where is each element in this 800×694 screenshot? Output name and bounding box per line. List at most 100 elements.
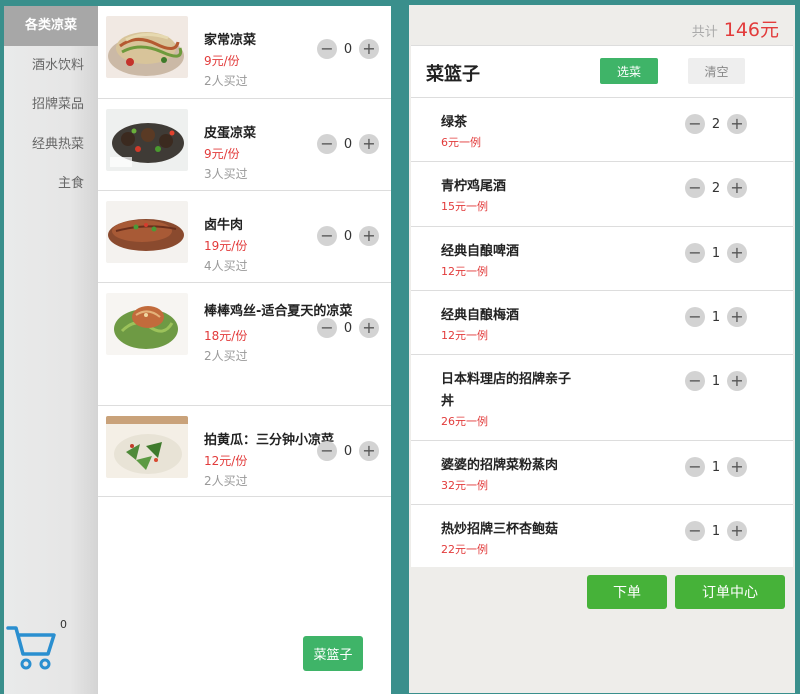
quantity-value: 1 (711, 373, 721, 389)
plus-button[interactable]: + (727, 243, 747, 263)
quantity-stepper: − 1 + (685, 243, 747, 263)
category-item-staple[interactable]: 主食 (4, 164, 98, 204)
quantity-stepper: − 1 + (685, 521, 747, 541)
quantity-stepper: − 0 + (317, 226, 379, 246)
plus-button[interactable]: + (359, 441, 379, 461)
smashed-cucumber-image (106, 416, 188, 478)
quantity-value: 1 (711, 459, 721, 475)
plus-button[interactable]: + (727, 521, 747, 541)
plus-button[interactable]: + (727, 178, 747, 198)
dish-buyers: 2人买过 (204, 74, 248, 88)
preserved-egg-salad-image (106, 109, 188, 171)
basket-item-price: 32元一例 (441, 479, 488, 492)
minus-button[interactable]: − (685, 178, 705, 198)
dish-item: − 0 + 卤牛肉 19元/份 4人买过 (98, 191, 391, 283)
plus-button[interactable]: + (727, 114, 747, 134)
basket-item: 热炒招牌三杯杏鲍菇 22元一例 − 1 + (411, 505, 793, 569)
category-item-cold-dishes[interactable]: 各类凉菜 (4, 6, 98, 46)
minus-button[interactable]: − (317, 441, 337, 461)
quantity-value: 2 (711, 116, 721, 132)
basket-item-name: 婆婆的招牌菜粉蒸肉 (441, 458, 559, 473)
basket-item-price: 26元一例 (441, 415, 488, 428)
quantity-stepper: − 0 + (317, 39, 379, 59)
minus-button[interactable]: − (317, 318, 337, 338)
basket-item-price: 12元一例 (441, 329, 488, 342)
basket-item: 绿茶 6元一例 − 2 + (411, 98, 793, 162)
cart-area[interactable]: 0 (6, 618, 76, 678)
basket-card: 菜篮子 选菜 清空 绿茶 6元一例 − 2 + 青柠鸡尾酒 15元一例 − 2 … (411, 45, 793, 567)
quantity-stepper: − 1 + (685, 371, 747, 391)
clear-basket-button[interactable]: 清空 (688, 58, 745, 84)
minus-button[interactable]: − (317, 39, 337, 59)
plus-button[interactable]: + (359, 39, 379, 59)
cart-count-badge: 0 (60, 618, 67, 631)
basket-item: 婆婆的招牌菜粉蒸肉 32元一例 − 1 + (411, 441, 793, 505)
total-value: 146元 (723, 19, 779, 41)
quantity-value: 1 (711, 245, 721, 261)
quantity-stepper: − 0 + (317, 134, 379, 154)
category-sidebar: 各类凉菜 酒水饮料 招牌菜品 经典热菜 主食 0 (4, 6, 98, 694)
basket-item-price: 15元一例 (441, 200, 488, 213)
quantity-stepper: − 1 + (685, 307, 747, 327)
minus-button[interactable]: − (317, 134, 337, 154)
basket-item: 日本料理店的招牌亲子丼 26元一例 − 1 + (411, 355, 793, 441)
quantity-stepper: − 0 + (317, 441, 379, 461)
category-item-drinks[interactable]: 酒水饮料 (4, 46, 98, 86)
quantity-value: 1 (711, 309, 721, 325)
basket-header: 菜篮子 选菜 清空 (411, 46, 793, 98)
basket-item: 经典自酿梅酒 12元一例 − 1 + (411, 291, 793, 355)
dish-list: − 0 + 家常凉菜 9元/份 2人买过 − 0 + 皮蛋凉菜 9元/份 3人买… (98, 6, 391, 497)
basket-item-name: 热炒招牌三杯杏鲍菇 (441, 522, 559, 537)
minus-button[interactable]: − (685, 521, 705, 541)
minus-button[interactable]: − (317, 226, 337, 246)
quantity-stepper: − 2 + (685, 114, 747, 134)
quantity-stepper: − 2 + (685, 178, 747, 198)
total-row: 共计 146元 (692, 15, 779, 42)
dish-item: − 0 + 家常凉菜 9元/份 2人买过 (98, 6, 391, 99)
quantity-value: 1 (711, 523, 721, 539)
plus-button[interactable]: + (359, 226, 379, 246)
minus-button[interactable]: − (685, 371, 705, 391)
plus-button[interactable]: + (727, 307, 747, 327)
plus-button[interactable]: + (359, 134, 379, 154)
quantity-value: 0 (343, 228, 353, 244)
bottom-actions: 下单 订单中心 (587, 575, 785, 609)
quantity-value: 0 (343, 41, 353, 57)
dish-item: − 0 + 棒棒鸡丝-适合夏天的凉菜 18元/份 2人买过 (98, 283, 391, 406)
minus-button[interactable]: − (685, 243, 705, 263)
order-center-button[interactable]: 订单中心 (675, 575, 785, 609)
quantity-value: 0 (343, 320, 353, 336)
select-dishes-button[interactable]: 选菜 (600, 58, 658, 84)
basket-title: 菜篮子 (426, 64, 480, 85)
minus-button[interactable]: − (685, 457, 705, 477)
dish-buyers: 2人买过 (204, 349, 248, 363)
braised-beef-image (106, 201, 188, 263)
quantity-value: 0 (343, 136, 353, 152)
plus-button[interactable]: + (727, 371, 747, 391)
minus-button[interactable]: − (685, 307, 705, 327)
plus-button[interactable]: + (727, 457, 747, 477)
shredded-chicken-image (106, 293, 188, 355)
plus-button[interactable]: + (359, 318, 379, 338)
dish-buyers: 2人买过 (204, 474, 248, 488)
basket-button[interactable]: 菜篮子 (303, 636, 363, 671)
total-label: 共计 (691, 25, 718, 40)
dish-buyers: 3人买过 (204, 167, 248, 181)
basket-item-price: 22元一例 (441, 543, 488, 556)
basket-panel: 共计 146元 菜篮子 选菜 清空 绿茶 6元一例 − 2 + 青柠鸡尾酒 15… (409, 5, 795, 693)
dish-buyers: 4人买过 (204, 259, 248, 273)
category-item-signature[interactable]: 招牌菜品 (4, 85, 98, 125)
basket-item: 青柠鸡尾酒 15元一例 − 2 + (411, 162, 793, 227)
basket-item-name: 日本料理店的招牌亲子丼 (441, 372, 572, 409)
basket-item-name: 绿茶 (441, 115, 468, 130)
shopping-cart-icon[interactable] (6, 620, 58, 672)
menu-panel: 各类凉菜 酒水饮料 招牌菜品 经典热菜 主食 0 − 0 + 家常凉菜 9元/份… (4, 6, 391, 694)
dish-item: − 0 + 拍黄瓜：三分钟小凉菜 12元/份 2人买过 (98, 406, 391, 497)
place-order-button[interactable]: 下单 (587, 575, 667, 609)
quantity-stepper: − 1 + (685, 457, 747, 477)
category-item-hot-dishes[interactable]: 经典热菜 (4, 125, 98, 165)
basket-item-name: 经典自酿啤酒 (441, 244, 520, 259)
quantity-stepper: − 0 + (317, 318, 379, 338)
dish-item: − 0 + 皮蛋凉菜 9元/份 3人买过 (98, 99, 391, 191)
minus-button[interactable]: − (685, 114, 705, 134)
